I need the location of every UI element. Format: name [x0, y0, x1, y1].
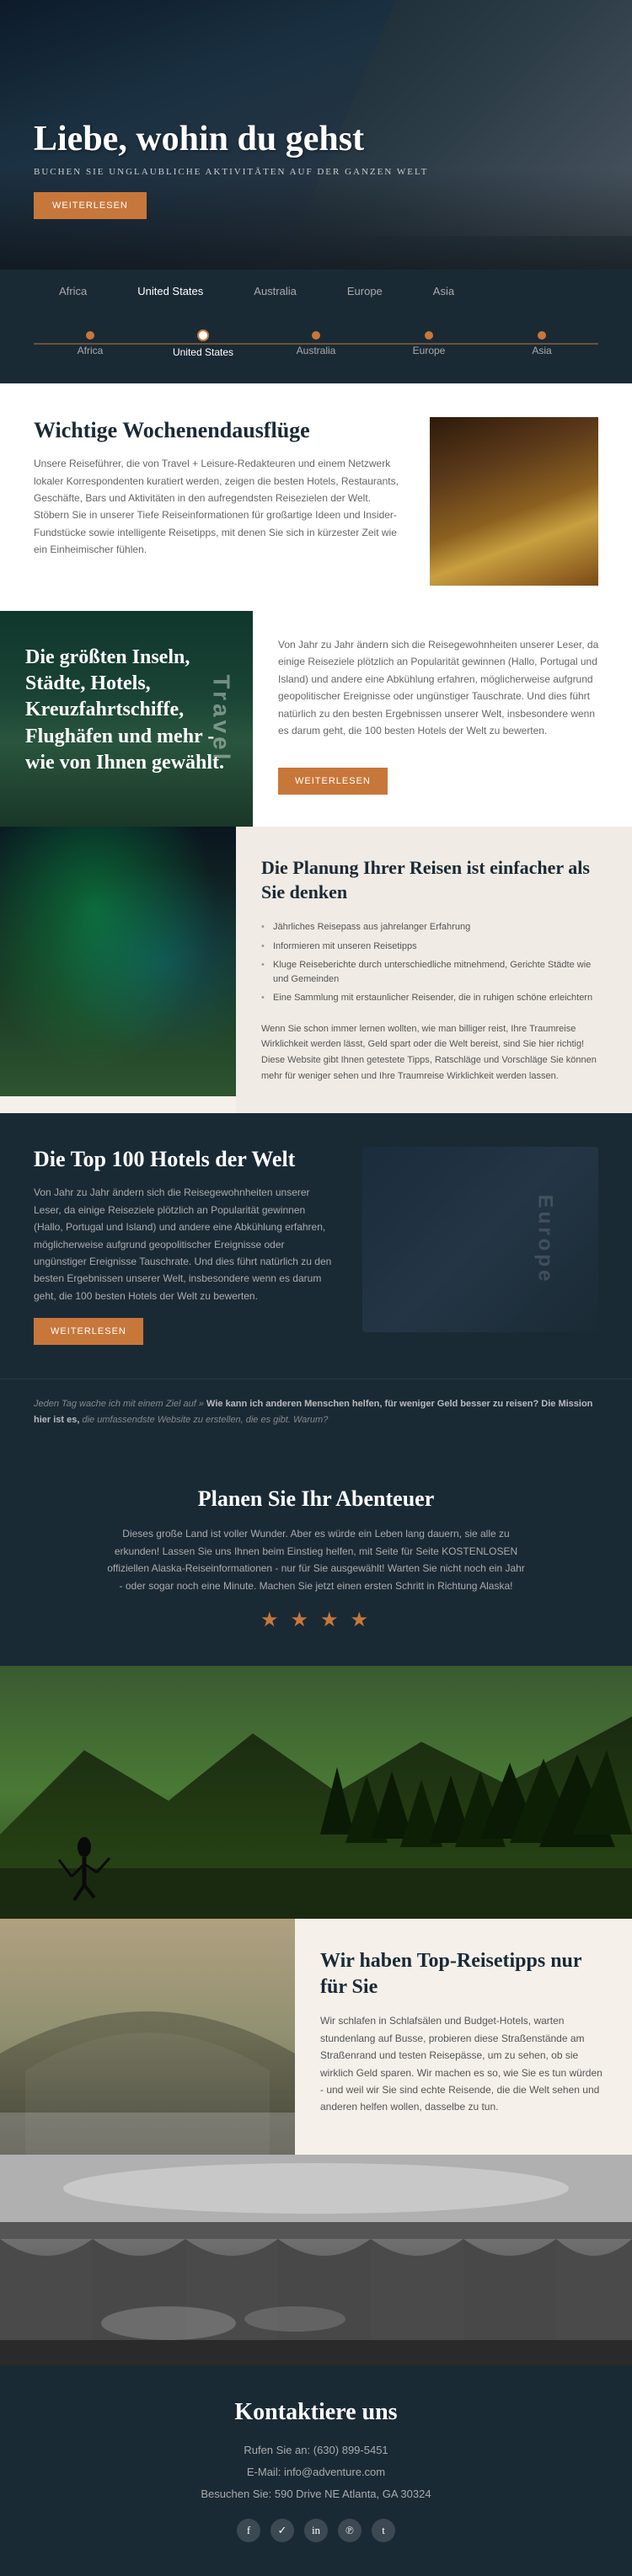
contact-phone: Rufen Sie an: (630) 899-5451	[34, 2439, 598, 2461]
tips-title: Wir haben Top-Reisetipps nur für Sie	[320, 1948, 607, 2000]
europe-map-label: Europe	[533, 1195, 557, 1285]
tips-body: Wir schlafen in Schlafsälen und Budget-H…	[320, 2012, 607, 2115]
weekend-section: Wichtige Wochenendausflüge Unsere Reisef…	[0, 383, 632, 611]
timeline-section: Africa United States Australia Europe As…	[0, 313, 632, 383]
timeline-label-australia: Australia	[297, 345, 336, 356]
social-twitter[interactable]: ✓	[270, 2519, 294, 2542]
timeline-item-europe[interactable]: Europe	[372, 331, 485, 356]
tips-bridge-image	[0, 1919, 295, 2155]
address-value: 590 Drive NE Atlanta, GA 30324	[275, 2488, 431, 2500]
social-facebook[interactable]: f	[237, 2519, 260, 2542]
islands-left-panel: Die größten Inseln, Städte, Hotels, Kreu…	[0, 611, 253, 827]
planning-list-item-3: Kluge Reiseberichte durch unterschiedlic…	[261, 956, 607, 988]
landscape-photo	[0, 1666, 632, 1919]
hotels-text: Die Top 100 Hotels der Welt Von Jahr zu …	[34, 1147, 337, 1345]
quote-prefix: Jeden Tag wache ich mit einem Ziel auf »	[34, 1399, 206, 1409]
hotels-section: Die Top 100 Hotels der Welt Von Jahr zu …	[0, 1113, 632, 1379]
planning-body: Wenn Sie schon immer lernen wollten, wie…	[261, 1021, 607, 1084]
email-value: info@adventure.com	[284, 2466, 385, 2478]
nav-tab-africa[interactable]: Africa	[34, 270, 112, 313]
quote-suffix: die umfassendste Website zu erstellen, d…	[82, 1415, 328, 1425]
planning-inner: Die Planung Ihrer Reisen ist einfacher a…	[0, 827, 632, 1113]
map-background	[362, 1147, 598, 1332]
viaduct-section	[0, 2155, 632, 2365]
islands-right-panel: Von Jahr zu Jahr ändern sich die Reisege…	[253, 611, 632, 827]
adventure-stars: ★ ★ ★ ★	[34, 1608, 598, 1632]
planning-list-item-4: Eine Sammlung mit erstaunlicher Reisende…	[261, 988, 607, 1008]
aurora-effect	[0, 827, 236, 1096]
timeline-item-africa[interactable]: Africa	[34, 331, 147, 356]
timeline-dot-australia	[312, 331, 320, 340]
planning-section: Die Planung Ihrer Reisen ist einfacher a…	[0, 827, 632, 1113]
navigation-bar: Africa United States Australia Europe As…	[0, 270, 632, 313]
islands-read-more-button[interactable]: WEITERLESEN	[278, 768, 388, 795]
timeline-label-asia: Asia	[532, 345, 551, 356]
timeline-label-africa: Africa	[78, 345, 104, 356]
timeline-label-europe: Europe	[413, 345, 446, 356]
weekend-image	[430, 417, 598, 586]
timeline: Africa United States Australia Europe As…	[34, 321, 598, 367]
timeline-dot-africa	[86, 331, 94, 340]
tips-section: Wir haben Top-Reisetipps nur für Sie Wir…	[0, 1919, 632, 2155]
timeline-label-united-states: United States	[173, 346, 233, 358]
quote-section: Jeden Tag wache ich mit einem Ziel auf »…	[0, 1379, 632, 1453]
social-pinterest[interactable]: ℗	[338, 2519, 362, 2542]
email-label: E-Mail:	[247, 2466, 281, 2478]
hero-content: Liebe, wohin du gehst Buchen Sie unglaub…	[0, 120, 462, 219]
adventure-body: Dieses große Land ist voller Wunder. Abe…	[105, 1525, 527, 1594]
islands-title: Die größten Inseln, Städte, Hotels, Kreu…	[25, 645, 228, 776]
hero-title: Liebe, wohin du gehst	[34, 120, 428, 158]
social-icons-container: f ✓ in ℗ t	[34, 2519, 598, 2542]
phone-label: Rufen Sie an:	[244, 2444, 310, 2456]
adventure-section: Planen Sie Ihr Abenteuer Dieses große La…	[0, 1453, 632, 1666]
phone-value: (630) 899-5451	[313, 2444, 388, 2456]
hotels-read-more-button[interactable]: WEITERLESEN	[34, 1318, 143, 1345]
nav-tabs-container: Africa United States Australia Europe As…	[34, 270, 598, 313]
timeline-dot-asia	[538, 331, 546, 340]
nav-tab-australia[interactable]: Australia	[228, 270, 322, 313]
hotels-body: Von Jahr zu Jahr ändern sich die Reisege…	[34, 1184, 337, 1304]
planning-list-item-1: Jährliches Reisepass aus jahrelanger Erf…	[261, 918, 607, 937]
quote-text: Jeden Tag wache ich mit einem Ziel auf »…	[34, 1396, 598, 1427]
planning-text: Die Planung Ihrer Reisen ist einfacher a…	[236, 827, 632, 1113]
islands-content: Die größten Inseln, Städte, Hotels, Kreu…	[25, 645, 228, 776]
tips-text: Wir haben Top-Reisetipps nur für Sie Wir…	[295, 1919, 632, 2155]
hotels-title: Die Top 100 Hotels der Welt	[34, 1147, 337, 1172]
hero-cta-button[interactable]: WEITERLESEN	[34, 192, 147, 219]
address-label: Besuchen Sie:	[201, 2488, 271, 2500]
adventure-title: Planen Sie Ihr Abenteuer	[34, 1486, 598, 1512]
hero-section: Liebe, wohin du gehst Buchen Sie unglaub…	[0, 0, 632, 270]
hero-subtitle: Buchen Sie unglaubliche Aktivitäten auf …	[34, 167, 428, 177]
nav-tab-asia[interactable]: Asia	[408, 270, 479, 313]
timeline-dot-europe	[425, 331, 433, 340]
timeline-item-united-states[interactable]: United States	[147, 329, 260, 358]
europe-map: Oslo Kiel Paris Europe	[362, 1147, 598, 1332]
weekend-title: Wichtige Wochenendausflüge	[34, 417, 404, 443]
bridge-svg	[0, 1919, 295, 2155]
contact-section: Kontaktiere uns Rufen Sie an: (630) 899-…	[0, 2365, 632, 2576]
weekend-text: Wichtige Wochenendausflüge Unsere Reisef…	[34, 417, 404, 586]
contact-email: E-Mail: info@adventure.com	[34, 2461, 598, 2483]
landscape-svg	[0, 1666, 632, 1919]
islands-section: Die größten Inseln, Städte, Hotels, Kreu…	[0, 611, 632, 827]
social-tumblr[interactable]: t	[372, 2519, 395, 2542]
contact-info: Rufen Sie an: (630) 899-5451 E-Mail: inf…	[34, 2439, 598, 2505]
contact-address: Besuchen Sie: 590 Drive NE Atlanta, GA 3…	[34, 2483, 598, 2505]
islands-body: Von Jahr zu Jahr ändern sich die Reisege…	[278, 636, 607, 739]
planning-list-item-2: Informieren mit unseren Reisetipps	[261, 937, 607, 956]
timeline-dot-united-states	[197, 329, 209, 341]
aurora-image	[0, 827, 236, 1096]
weekend-body: Unsere Reiseführer, die von Travel + Lei…	[34, 455, 404, 558]
timeline-item-australia[interactable]: Australia	[260, 331, 372, 356]
timeline-item-asia[interactable]: Asia	[485, 331, 598, 356]
planning-list: Jährliches Reisepass aus jahrelanger Erf…	[261, 918, 607, 1008]
nav-tab-united-states[interactable]: United States	[112, 270, 228, 313]
highland-cow-image	[430, 417, 598, 586]
contact-title: Kontaktiere uns	[34, 2399, 598, 2426]
social-linkedin[interactable]: in	[304, 2519, 328, 2542]
nav-tab-europe[interactable]: Europe	[322, 270, 408, 313]
planning-title: Die Planung Ihrer Reisen ist einfacher a…	[261, 856, 607, 904]
viaduct-svg	[0, 2155, 632, 2365]
